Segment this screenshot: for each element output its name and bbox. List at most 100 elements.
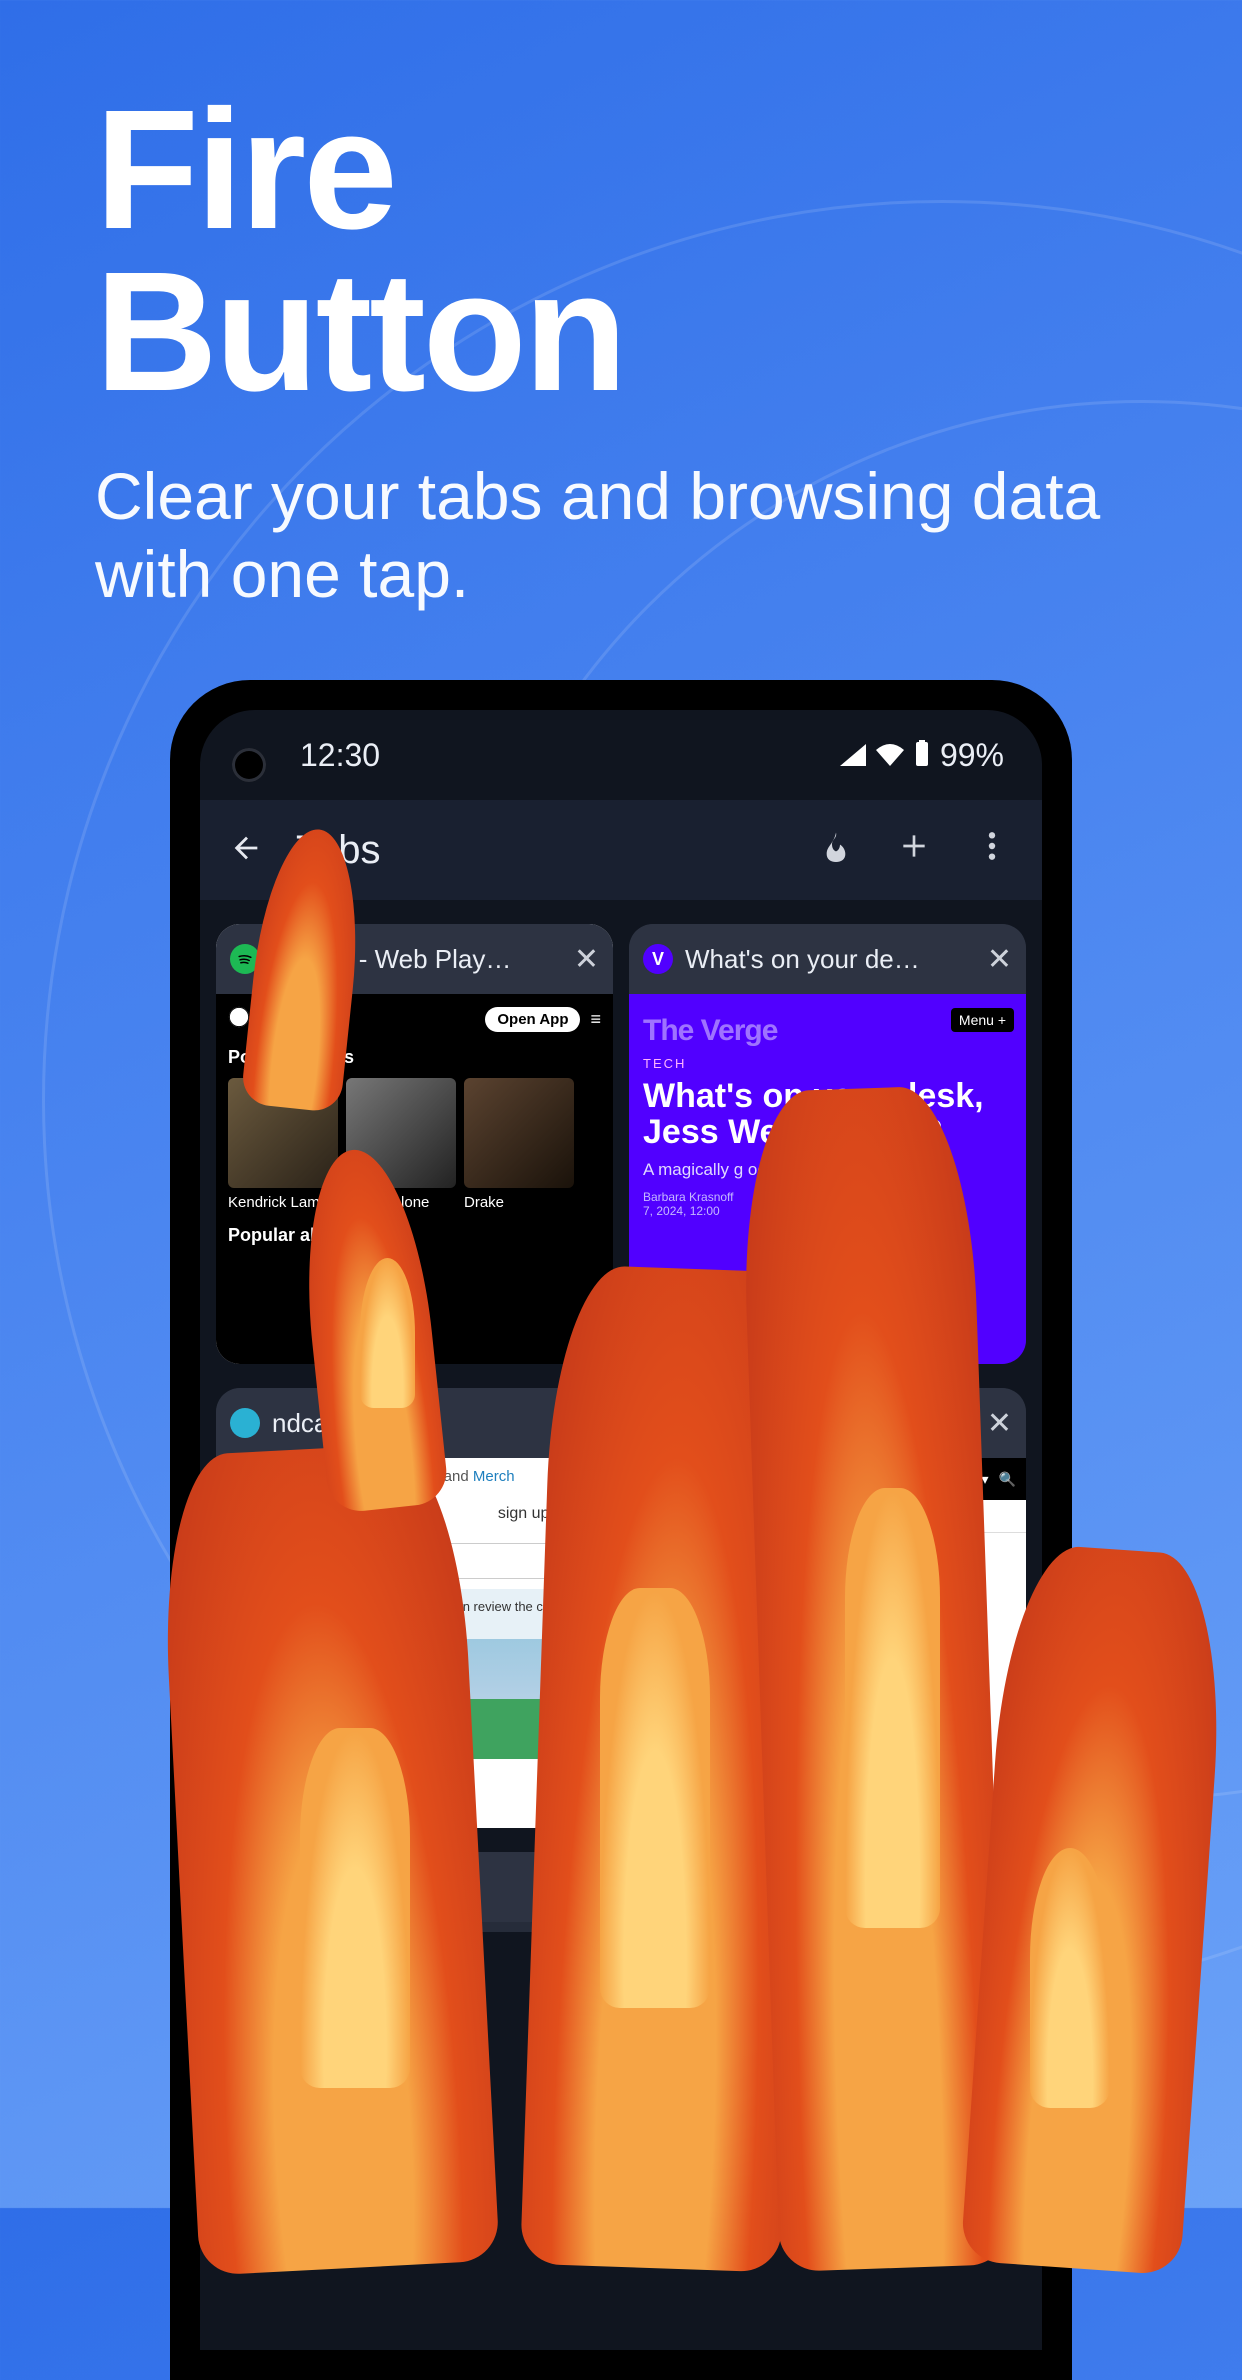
category-link[interactable]: The Universe — [629, 1533, 1026, 1557]
article-date: updated October 28, 2022 — [701, 1583, 852, 1598]
site-brand: SPAC — [750, 1466, 814, 1492]
status-bar: 12:30 99% — [200, 710, 1042, 800]
tab-title: Spotify - Web Play… — [272, 944, 562, 975]
close-tab-button[interactable]: ✕ — [987, 1870, 1012, 1905]
category-pill[interactable]: ences — [639, 1581, 690, 1600]
close-tab-button[interactable]: ✕ — [987, 942, 1012, 977]
favicon-icon — [230, 1408, 260, 1438]
article-headline: What's on your desk, Jess Weatherbed? — [643, 1079, 1012, 1150]
fire-button[interactable] — [812, 828, 860, 873]
promo-title: Fire Button — [95, 90, 1147, 413]
subscribe-button[interactable]: Subscribe ▾ — [915, 1471, 988, 1488]
close-tab-button[interactable]: ✕ — [574, 1406, 599, 1441]
tab-card[interactable]: ndcamp ✕ ndcamp Gift Cards and Merch ba … — [216, 1388, 613, 1828]
tab-card-header: V What's on your de… ✕ — [629, 924, 1026, 994]
bandcamp-logo: ba mp — [228, 1501, 317, 1527]
device-screen: 12:30 99% Tabs — [200, 710, 1042, 2350]
fire-icon — [820, 828, 852, 864]
battery-icon — [914, 737, 930, 774]
artist-card[interactable]: Kendrick Lamar — [228, 1078, 338, 1211]
favicon-icon — [230, 944, 260, 974]
tab-card-header: Spotify - Web Play… ✕ — [216, 924, 613, 994]
hamburger-icon[interactable]: ≡ — [639, 1471, 647, 1487]
battery-percent: 99% — [940, 737, 1004, 774]
tab-card[interactable]: Spotify - Web Play… ✕ Open App ≡ Popular… — [216, 924, 613, 1364]
overflow-menu-button[interactable] — [968, 829, 1016, 871]
search-icon[interactable]: 🔍 — [999, 1471, 1016, 1488]
tab-card-header: kGo — P… ✕ — [216, 1852, 613, 1922]
article-kicker: TECH — [643, 1056, 1012, 1071]
tab-preview: Open App ≡ Popular artists Kendrick Lama… — [216, 994, 613, 1364]
tab-grid: Spotify - Web Play… ✕ Open App ≡ Popular… — [200, 900, 1042, 2006]
artist-name: Drake — [464, 1194, 574, 1211]
twitter-icon[interactable] — [669, 1637, 691, 1659]
search-icon: 🔍 — [571, 1552, 590, 1570]
tab-title: What's on your de… — [685, 944, 975, 975]
front-camera — [232, 748, 266, 782]
promo-link[interactable]: ndcamp Gift Cards — [314, 1468, 439, 1485]
tab-card[interactable]: D ckDu… ✕ ≡ DuckDu — [629, 1852, 1026, 1982]
open-app-button[interactable]: Open App — [485, 1007, 580, 1032]
site-brand: The Verge — [643, 1014, 1012, 1048]
tab-card-header: S What is Astrophys… ✕ — [629, 1388, 1026, 1458]
tab-card-header: ndcamp ✕ — [216, 1388, 613, 1458]
section-label: Popular artists — [228, 1047, 601, 1068]
hero-image — [216, 1639, 613, 1759]
search-placeholder: Search tist, album, or track — [239, 1553, 417, 1570]
spotify-logo-icon — [228, 1006, 250, 1033]
close-tab-button[interactable]: ✕ — [987, 1406, 1012, 1441]
tab-title: What is Astrophys… — [685, 1408, 975, 1439]
new-tab-button[interactable] — [890, 829, 938, 871]
article-date: 7, 2024, 12:00 — [643, 1204, 720, 1218]
artist-card[interactable]: Drake — [464, 1078, 574, 1211]
artist-card[interactable]: Post Malone — [346, 1078, 456, 1211]
tos-banner: We've updated our Terms of Use. You can … — [216, 1589, 613, 1639]
kebab-icon — [988, 830, 996, 862]
tabs-header: Tabs — [200, 800, 1042, 900]
tab-preview: ndcamp Gift Cards and Merch ba mp sign u… — [216, 1458, 613, 1828]
signal-icon — [840, 737, 866, 774]
tab-card[interactable]: kGo — P… ✕ — [216, 1852, 613, 1932]
wifi-icon — [876, 737, 904, 774]
trending-label: RENDING — [639, 1508, 704, 1524]
favicon-icon — [643, 1872, 673, 1902]
close-tab-button[interactable]: ✕ — [574, 942, 599, 977]
facebook-icon[interactable] — [639, 1637, 661, 1659]
linkedin-icon[interactable] — [699, 1637, 721, 1659]
tab-preview: ≡ DuckDu — [629, 1922, 1026, 1982]
tab-preview: ≡ SPAC Subscribe ▾ 🔍 RENDING ry has d on… — [629, 1458, 1026, 1828]
hamburger-icon[interactable]: ≡ — [590, 1009, 601, 1030]
login-link[interactable]: log in — [563, 1505, 601, 1522]
device-frame: 12:30 99% Tabs — [170, 680, 1072, 2380]
section-label-2: Popular albu — [228, 1225, 601, 1246]
arrow-left-icon — [229, 831, 263, 865]
tab-card[interactable]: V What's on your de… ✕ Menu + The Verge … — [629, 924, 1026, 1364]
trending-item[interactable]: 25 y — [843, 1508, 869, 1524]
back-button[interactable] — [226, 831, 266, 870]
tab-title: kGo — P… — [272, 1872, 562, 1903]
tab-card-header: D ckDu… ✕ — [629, 1852, 1026, 1922]
article-body: Your con strophy what it nvolve — [629, 1602, 1026, 1631]
tab-title: D ckDu… — [685, 1872, 975, 1903]
promo-title-line2: Button — [95, 237, 625, 427]
plus-icon — [898, 830, 930, 862]
article-sub: A magically g oom of gaming mementos. — [643, 1160, 1012, 1180]
article-headline: What is ophysics? — [629, 1557, 1026, 1579]
tab-card[interactable]: S What is Astrophys… ✕ ≡ SPAC Subscribe … — [629, 1388, 1026, 1828]
article-byline: Barbara Krasnoff — [643, 1190, 734, 1204]
close-icon[interactable]: ✕ — [594, 1597, 605, 1613]
artist-name: Post Malone — [346, 1194, 456, 1211]
status-time: 12:30 — [300, 737, 380, 774]
promo-and: and — [444, 1468, 469, 1485]
hamburger-icon[interactable]: ≡ — [772, 1942, 783, 1963]
signup-link[interactable]: sign up — [498, 1505, 550, 1522]
tab-title: ndcamp — [272, 1408, 562, 1439]
header-title: Tabs — [296, 828, 782, 873]
promo-subtitle: Clear your tabs and browsing data with o… — [95, 458, 1147, 614]
trending-item[interactable]: ry has d ond layer — [718, 1508, 829, 1524]
close-tab-button[interactable]: ✕ — [574, 1870, 599, 1905]
promo-link[interactable]: Merch — [473, 1468, 515, 1485]
search-input[interactable]: Search tist, album, or track 🔍 — [228, 1543, 601, 1579]
duckduckgo-icon — [791, 1942, 811, 1962]
favicon-icon: S — [643, 1408, 673, 1438]
